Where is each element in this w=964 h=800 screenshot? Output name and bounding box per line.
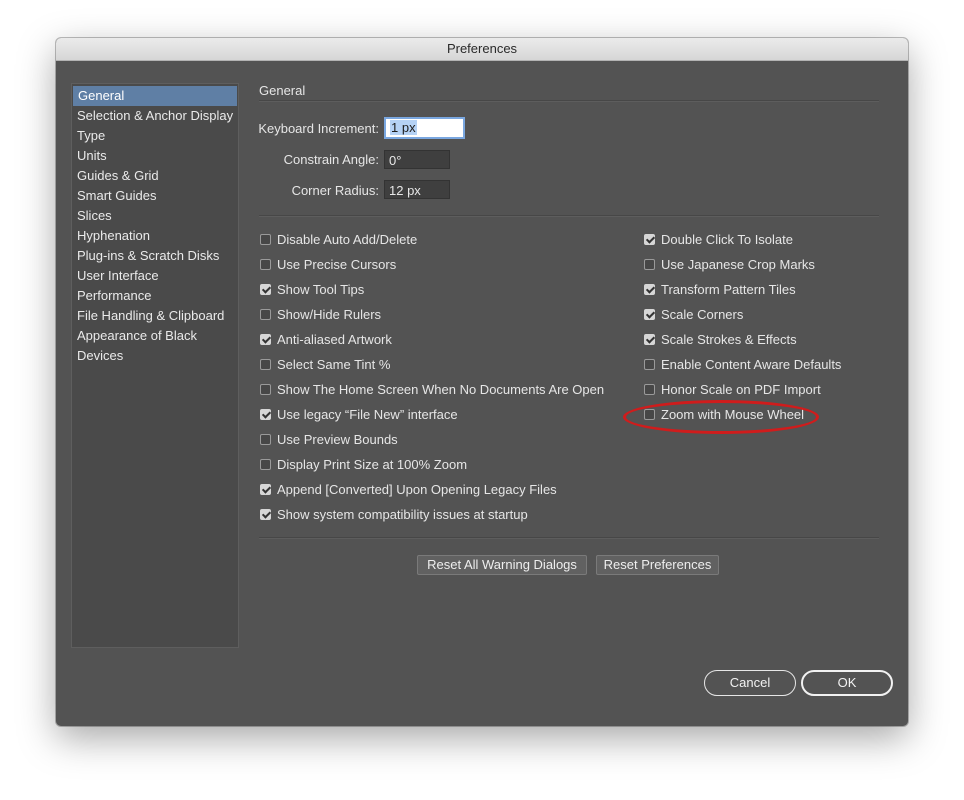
category-list: General Selection & Anchor Display Type Uni… xyxy=(72,84,238,366)
constrain-angle-input[interactable]: 0° xyxy=(384,150,450,169)
option-label: Enable Content Aware Defaults xyxy=(661,356,842,372)
sidebar-item[interactable]: Devices xyxy=(72,346,238,366)
option-label: Disable Auto Add/Delete xyxy=(277,231,418,247)
keyboard-increment-label: Keyboard Increment: xyxy=(258,121,379,136)
divider xyxy=(259,100,879,102)
sidebar-item[interactable]: Plug-ins & Scratch Disks xyxy=(72,246,238,266)
checkbox[interactable] xyxy=(260,258,271,270)
checkbox[interactable] xyxy=(644,258,655,270)
checkbox-checked[interactable] xyxy=(644,233,655,245)
option-label: Display Print Size at 100% Zoom xyxy=(277,456,468,472)
option-row[interactable]: Zoom with Mouse Wheel xyxy=(644,405,804,423)
sidebar-item[interactable]: Units xyxy=(72,146,238,166)
option-row[interactable]: Use Japanese Crop Marks xyxy=(644,255,815,273)
option-label: Honor Scale on PDF Import xyxy=(661,381,821,397)
option-label: Show The Home Screen When No Documents A… xyxy=(277,381,605,397)
option-row[interactable]: Honor Scale on PDF Import xyxy=(644,380,821,398)
option-row[interactable]: Show The Home Screen When No Documents A… xyxy=(260,380,604,398)
option-row[interactable]: Show system compatibility issues at star… xyxy=(260,505,528,523)
option-label: Show Tool Tips xyxy=(277,281,365,297)
option-label: Show system compatibility issues at star… xyxy=(277,506,528,522)
option-row[interactable]: Use legacy “File New” interface xyxy=(260,405,458,423)
option-label: Zoom with Mouse Wheel xyxy=(661,406,805,422)
ok-button[interactable]: OK xyxy=(801,670,893,696)
option-label: Scale Strokes & Effects xyxy=(661,331,797,347)
option-row[interactable]: Show Tool Tips xyxy=(260,280,364,298)
option-row[interactable]: Show/Hide Rulers xyxy=(260,305,381,323)
checkbox-checked[interactable] xyxy=(260,508,271,520)
option-row[interactable]: Scale Strokes & Effects xyxy=(644,330,797,348)
checkbox-checked[interactable] xyxy=(260,333,271,345)
option-row[interactable]: Transform Pattern Tiles xyxy=(644,280,796,298)
sidebar-item[interactable]: User Interface xyxy=(72,266,238,286)
reset-warning-dialogs-button[interactable]: Reset All Warning Dialogs xyxy=(417,555,587,575)
option-label: Anti-aliased Artwork xyxy=(277,331,392,347)
checkbox[interactable] xyxy=(260,458,271,470)
option-label: Show/Hide Rulers xyxy=(277,306,382,322)
checkbox-checked[interactable] xyxy=(644,333,655,345)
cancel-button[interactable]: Cancel xyxy=(704,670,796,696)
sidebar-item[interactable]: Selection & Anchor Display xyxy=(72,106,238,126)
option-row[interactable]: Use Preview Bounds xyxy=(260,430,398,448)
window-title: Preferences xyxy=(56,38,908,61)
option-row[interactable]: Select Same Tint % xyxy=(260,355,390,373)
option-label: Transform Pattern Tiles xyxy=(661,281,796,297)
checkbox-checked[interactable] xyxy=(260,283,271,295)
checkbox[interactable] xyxy=(644,358,655,370)
option-label: Double Click To Isolate xyxy=(661,231,793,247)
sidebar-item[interactable]: Slices xyxy=(72,206,238,226)
option-label: Use Japanese Crop Marks xyxy=(661,256,815,272)
sidebar-item[interactable]: Smart Guides xyxy=(72,186,238,206)
checkbox-checked[interactable] xyxy=(260,483,271,495)
option-row[interactable]: Display Print Size at 100% Zoom xyxy=(260,455,467,473)
divider xyxy=(259,215,879,217)
checkbox-checked[interactable] xyxy=(644,283,655,295)
option-label: Use Precise Cursors xyxy=(277,256,397,272)
corner-radius-input[interactable]: 12 px xyxy=(384,180,450,199)
sidebar-item[interactable]: Appearance of Black xyxy=(72,326,238,346)
option-row[interactable]: Anti-aliased Artwork xyxy=(260,330,392,348)
preferences-dialog: Preferences General Selection & Anchor Di… xyxy=(56,38,908,726)
option-row[interactable]: Scale Corners xyxy=(644,305,743,323)
option-label: Use Preview Bounds xyxy=(277,431,398,447)
sidebar-item[interactable]: Hyphenation xyxy=(72,226,238,246)
option-label: Select Same Tint % xyxy=(277,356,391,372)
checkbox[interactable] xyxy=(644,408,655,420)
option-row[interactable]: Disable Auto Add/Delete xyxy=(260,230,417,248)
checkbox[interactable] xyxy=(260,383,271,395)
sidebar-item[interactable]: General xyxy=(73,86,237,106)
sidebar-item[interactable]: File Handling & Clipboard xyxy=(72,306,238,326)
option-label: Use legacy “File New” interface xyxy=(277,406,458,422)
checkbox[interactable] xyxy=(260,308,271,320)
option-row[interactable]: Use Precise Cursors xyxy=(260,255,396,273)
option-row[interactable]: Double Click To Isolate xyxy=(644,230,793,248)
constrain-angle-label: Constrain Angle: xyxy=(283,152,379,167)
corner-radius-label: Corner Radius: xyxy=(291,183,379,198)
checkbox-checked[interactable] xyxy=(644,308,655,320)
divider xyxy=(259,537,879,539)
option-row[interactable]: Append [Converted] Upon Opening Legacy F… xyxy=(260,480,557,498)
category-sidebar: General Selection & Anchor Display Type Uni… xyxy=(71,83,239,648)
checkbox[interactable] xyxy=(260,233,271,245)
option-label: Scale Corners xyxy=(661,306,744,322)
checkbox[interactable] xyxy=(260,358,271,370)
sidebar-item[interactable]: Guides & Grid xyxy=(72,166,238,186)
reset-preferences-button[interactable]: Reset Preferences xyxy=(596,555,719,575)
keyboard-increment-input[interactable]: 1 px xyxy=(384,117,465,139)
sidebar-item[interactable]: Type xyxy=(72,126,238,146)
option-label: Append [Converted] Upon Opening Legacy F… xyxy=(277,481,557,497)
section-title: General xyxy=(259,83,306,98)
checkbox[interactable] xyxy=(644,383,655,395)
checkbox[interactable] xyxy=(260,433,271,445)
sidebar-item[interactable]: Performance xyxy=(72,286,238,306)
checkbox-checked[interactable] xyxy=(260,408,271,420)
option-row[interactable]: Enable Content Aware Defaults xyxy=(644,355,841,373)
